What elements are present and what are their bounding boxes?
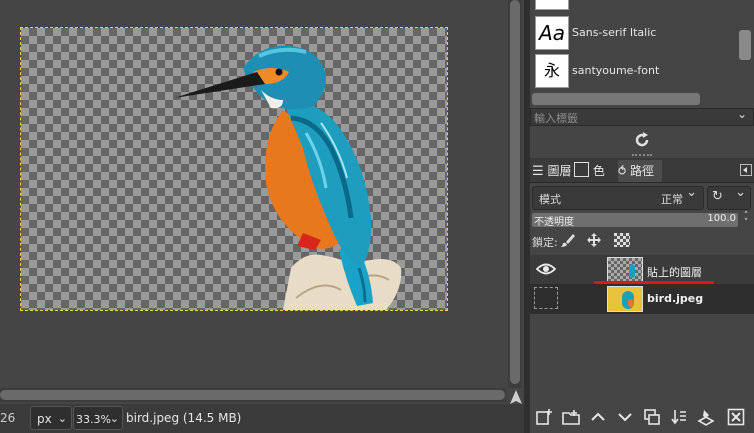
file-info: bird.jpeg (14.5 MB) (126, 411, 242, 425)
refresh-icon (635, 132, 649, 147)
horizontal-scrollbar-thumb[interactable] (0, 390, 505, 400)
opacity-slider[interactable]: 不透明度 100.0 (532, 213, 738, 228)
channels-icon (574, 162, 589, 177)
merge-down-icon (671, 410, 686, 425)
new-layer-button[interactable] (532, 408, 556, 430)
add-mask-button[interactable] (694, 408, 718, 430)
mode-select[interactable]: 模式 正常 ⌄ (532, 185, 704, 210)
tab-menu-icon[interactable] (740, 164, 752, 176)
lock-pixels-button[interactable] (560, 232, 576, 248)
new-layer-icon (536, 409, 552, 425)
duplicate-icon (644, 409, 660, 425)
chevron-down-icon: ⌄ (57, 412, 67, 425)
folder-icon (562, 410, 580, 425)
chevron-up-icon (591, 412, 605, 421)
font-name: Sans-serif Italic (572, 26, 657, 39)
tab-paths[interactable]: ⥀ 路徑 (618, 160, 662, 182)
tab-channels[interactable]: 色版 (574, 160, 616, 200)
font-preview: Aa (535, 16, 569, 50)
tab-layers[interactable]: ☰ 圖層 (532, 160, 574, 182)
opacity-value: 100.0 (707, 213, 736, 224)
merge-layer-button[interactable] (667, 408, 691, 430)
tag-filter-placeholder: 輸入標籤 (534, 112, 578, 125)
kingfisher-image (174, 45, 402, 310)
unit-select[interactable]: px ⌄ (30, 406, 72, 430)
layer-name: bird.jpeg (647, 292, 704, 305)
layer-row[interactable]: bird.jpeg (530, 284, 754, 314)
zoom-select[interactable]: 33.3% ⌄ (73, 406, 123, 430)
tab-paths-label: 路徑 (630, 164, 655, 178)
layer-thumbnail (607, 257, 643, 283)
vertical-scrollbar-thumb[interactable] (510, 0, 520, 384)
zoom-value: 33.3% (76, 413, 111, 426)
paths-icon: ⥀ (618, 164, 627, 178)
duplicate-layer-button[interactable] (640, 408, 664, 430)
lock-label: 鎖定: (532, 236, 558, 249)
lower-layer-button[interactable] (613, 408, 637, 430)
close-icon (727, 408, 745, 426)
tab-layers-label: 圖層 (547, 164, 572, 178)
eye-icon[interactable] (535, 261, 557, 277)
font-list-item[interactable] (530, 0, 754, 12)
font-list-item[interactable]: 永 santyoume-font (530, 52, 754, 90)
mode-value: 正常 (661, 193, 683, 206)
swap-icon: ↻ (712, 189, 723, 204)
raise-layer-button[interactable] (586, 408, 610, 430)
chevron-down-icon: ⌄ (109, 412, 119, 425)
layer-mask-icon (697, 410, 715, 426)
opacity-label: 不透明度 (534, 217, 574, 228)
chevron-down-icon: ⌄ (735, 185, 746, 200)
visibility-toggle[interactable] (534, 287, 558, 309)
image-canvas[interactable] (20, 27, 448, 311)
chevron-down-icon (618, 413, 632, 422)
font-preview (535, 0, 569, 10)
font-list-scrollbar-thumb[interactable] (739, 30, 751, 60)
layer-thumbnail (607, 286, 643, 312)
font-list-item[interactable]: Aa Sans-serif Italic (530, 14, 754, 52)
mode-label: 模式 (539, 193, 561, 206)
layers-icon: ☰ (532, 164, 544, 179)
unit-value: px (37, 412, 52, 426)
tag-filter-input[interactable]: 輸入標籤 ⌄ (530, 107, 754, 126)
font-list-hscroll-thumb[interactable] (532, 93, 700, 105)
chevron-down-icon: ⌄ (736, 107, 747, 121)
paintbrush-icon (561, 234, 575, 247)
layer-name: 貼上的圖層 (647, 266, 702, 279)
move-icon (587, 233, 601, 247)
chevron-down-icon: ⌄ (686, 185, 697, 200)
refresh-fonts-button[interactable] (632, 130, 652, 150)
lock-position-button[interactable] (586, 232, 602, 248)
delete-layer-button[interactable] (724, 408, 748, 430)
font-preview: 永 (535, 54, 569, 88)
pointer-coordinate: 26 (0, 411, 16, 425)
font-name: santyoume-font (572, 64, 660, 77)
new-layer-group-button[interactable] (559, 408, 583, 430)
mode-switch-button[interactable]: ↻ ⌄ (707, 185, 751, 210)
lock-alpha-icon[interactable] (614, 233, 630, 247)
opacity-stepper[interactable]: ˄ ˅ (740, 212, 752, 228)
